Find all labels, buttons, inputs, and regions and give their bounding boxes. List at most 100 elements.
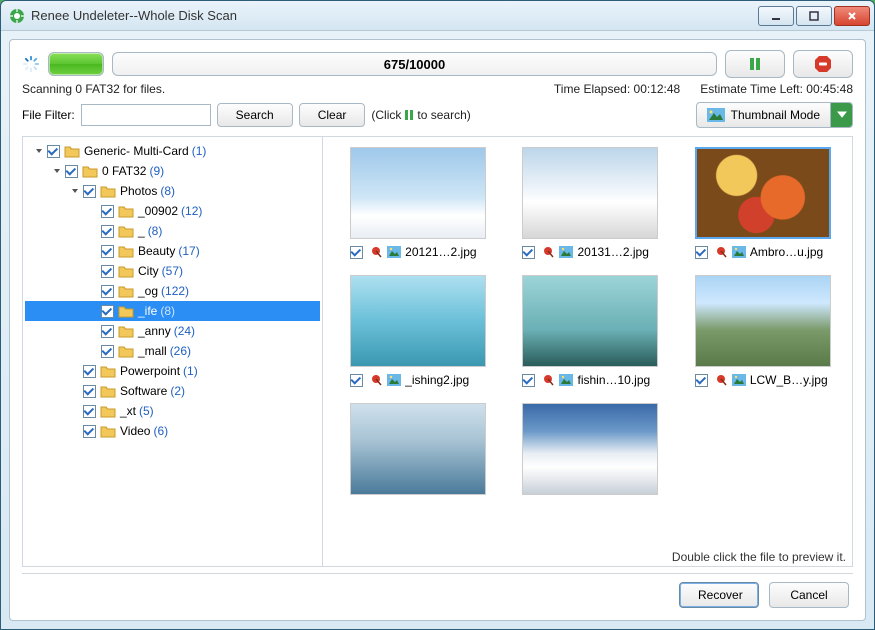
minimize-button[interactable] <box>758 6 794 26</box>
view-mode-dropdown[interactable]: Thumbnail Mode <box>696 102 853 128</box>
tree-item-label: _ife <box>138 304 157 318</box>
tree-row[interactable]: Powerpoint (1) <box>25 361 320 381</box>
app-window: Renee Undeleter--Whole Disk Scan 675/100… <box>0 0 875 630</box>
image-icon <box>732 246 746 258</box>
tree-item-count: (9) <box>149 164 164 178</box>
tree-row[interactable]: 0 FAT32 (9) <box>25 161 320 181</box>
tree-checkbox[interactable] <box>83 385 96 398</box>
folder-icon <box>100 184 116 198</box>
tree-checkbox[interactable] <box>65 165 78 178</box>
thumbnail-card[interactable]: LCW_B…y.jpg <box>680 275 846 387</box>
thumbnail-card[interactable]: 20121…2.jpg <box>335 147 501 259</box>
thumbnail-checkbox[interactable] <box>695 246 708 259</box>
expand-toggle-icon[interactable] <box>69 185 81 197</box>
pin-icon <box>716 246 728 258</box>
tree-row[interactable]: _00902 (12) <box>25 201 320 221</box>
cancel-button[interactable]: Cancel <box>769 582 849 608</box>
thumbnail-image[interactable] <box>695 275 831 367</box>
tree-checkbox[interactable] <box>47 145 60 158</box>
close-button[interactable] <box>834 6 870 26</box>
tree-checkbox[interactable] <box>101 345 114 358</box>
tree-checkbox[interactable] <box>101 205 114 218</box>
thumbnail-image[interactable] <box>350 275 486 367</box>
folder-icon <box>118 304 134 318</box>
folder-icon <box>100 384 116 398</box>
tree-row[interactable]: _xt (5) <box>25 401 320 421</box>
thumbnail-grid[interactable]: 20121…2.jpg 20131…2.jpg Ambro…u.jpg _ishing… <box>323 137 852 546</box>
tree-checkbox[interactable] <box>101 305 114 318</box>
image-icon <box>559 246 573 258</box>
folder-icon <box>118 204 134 218</box>
pin-icon <box>543 246 555 258</box>
pause-button[interactable] <box>725 50 785 78</box>
expand-toggle-icon <box>87 305 99 317</box>
thumbnail-meta: 20131…2.jpg <box>522 245 658 259</box>
tree-checkbox[interactable] <box>83 365 96 378</box>
thumbnail-filename: 20121…2.jpg <box>405 245 476 259</box>
thumbnail-filename: _ishing2.jpg <box>405 373 469 387</box>
folder-tree[interactable]: Generic- Multi-Card (1)0 FAT32 (9)Photos… <box>23 137 323 566</box>
tree-item-label: _og <box>138 284 158 298</box>
thumbnail-image[interactable] <box>522 147 658 239</box>
expand-toggle-icon[interactable] <box>33 145 45 157</box>
eta-time: Estimate Time Left: 00:45:48 <box>700 82 853 96</box>
thumbnail-card[interactable]: fishin…10.jpg <box>507 275 673 387</box>
tree-row[interactable]: Video (6) <box>25 421 320 441</box>
image-icon <box>387 246 401 258</box>
expand-toggle-icon <box>69 365 81 377</box>
thumbnail-checkbox[interactable] <box>522 246 535 259</box>
tree-item-count: (1) <box>183 364 198 378</box>
tree-row[interactable]: Software (2) <box>25 381 320 401</box>
clear-button[interactable]: Clear <box>299 103 366 127</box>
thumbnail-checkbox[interactable] <box>522 374 535 387</box>
thumbnail-image[interactable] <box>350 403 486 495</box>
thumbnail-filename: LCW_B…y.jpg <box>750 373 828 387</box>
tree-row[interactable]: Photos (8) <box>25 181 320 201</box>
tree-checkbox[interactable] <box>101 325 114 338</box>
thumbnail-meta: Ambro…u.jpg <box>695 245 831 259</box>
stop-button[interactable] <box>793 50 853 78</box>
tree-row[interactable]: _mall (26) <box>25 341 320 361</box>
tree-checkbox[interactable] <box>101 265 114 278</box>
tree-checkbox[interactable] <box>101 245 114 258</box>
tree-row[interactable]: _anny (24) <box>25 321 320 341</box>
tree-row[interactable]: Generic- Multi-Card (1) <box>25 141 320 161</box>
thumbnail-checkbox[interactable] <box>350 374 363 387</box>
thumbnail-card[interactable]: Ambro…u.jpg <box>680 147 846 259</box>
tree-item-label: Generic- Multi-Card <box>84 144 189 158</box>
thumbnail-filename: Ambro…u.jpg <box>750 245 823 259</box>
thumbnail-card[interactable]: 20131…2.jpg <box>507 147 673 259</box>
tree-checkbox[interactable] <box>101 285 114 298</box>
thumbnail-checkbox[interactable] <box>695 374 708 387</box>
tree-checkbox[interactable] <box>83 405 96 418</box>
tree-item-label: Photos <box>120 184 157 198</box>
thumbnail-checkbox[interactable] <box>350 246 363 259</box>
thumbnail-image[interactable] <box>522 403 658 495</box>
tree-checkbox[interactable] <box>83 185 96 198</box>
image-icon <box>732 374 746 386</box>
chevron-down-icon[interactable] <box>830 103 852 127</box>
tree-item-count: (12) <box>181 204 202 218</box>
spinner-icon <box>22 55 40 73</box>
tree-row[interactable]: _ife (8) <box>25 301 320 321</box>
tree-row[interactable]: Beauty (17) <box>25 241 320 261</box>
search-button[interactable]: Search <box>217 103 293 127</box>
maximize-button[interactable] <box>796 6 832 26</box>
tree-checkbox[interactable] <box>83 425 96 438</box>
tree-row[interactable]: _og (122) <box>25 281 320 301</box>
thumbnail-card[interactable]: _ishing2.jpg <box>335 275 501 387</box>
thumbnail-image[interactable] <box>350 147 486 239</box>
file-filter-input[interactable] <box>81 104 211 126</box>
tree-item-label: Video <box>120 424 150 438</box>
recover-button[interactable]: Recover <box>679 582 759 608</box>
thumbnail-image[interactable] <box>522 275 658 367</box>
tree-row[interactable]: City (57) <box>25 261 320 281</box>
thumbnail-image[interactable] <box>695 147 831 239</box>
window-title: Renee Undeleter--Whole Disk Scan <box>31 8 758 23</box>
tree-checkbox[interactable] <box>101 225 114 238</box>
thumbnail-card[interactable] <box>507 403 673 495</box>
expand-toggle-icon[interactable] <box>51 165 63 177</box>
tree-item-label: Beauty <box>138 244 175 258</box>
thumbnail-card[interactable] <box>335 403 501 495</box>
tree-row[interactable]: _ (8) <box>25 221 320 241</box>
